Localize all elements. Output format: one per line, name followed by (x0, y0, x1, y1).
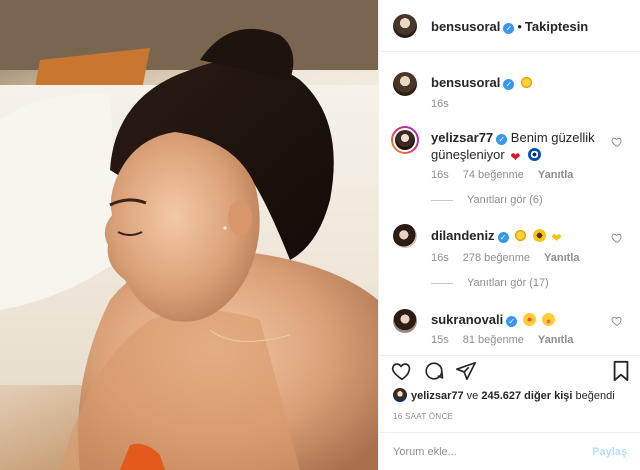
post-photo[interactable] (0, 0, 378, 470)
verified-icon: ✓ (497, 232, 509, 243)
like-comment-heart-icon[interactable] (611, 315, 623, 327)
comment-text: sukranovali ✓ (431, 311, 611, 328)
comment-username[interactable]: yelizsar77 (431, 130, 493, 145)
star-struck-emoji-icon (522, 313, 536, 326)
reply-button[interactable]: Yanıtla (544, 252, 579, 264)
first-liker-username[interactable]: yelizsar77 (411, 390, 464, 402)
reply-button[interactable]: Yanıtla (538, 334, 573, 346)
sun-emoji-icon (514, 229, 528, 242)
liker-avatar[interactable] (393, 388, 407, 402)
save-bookmark-icon[interactable] (611, 360, 631, 382)
caption-meta: 16s (431, 98, 463, 110)
separator-dot: • (517, 19, 522, 34)
comment-username[interactable]: dilandeniz (431, 228, 495, 243)
comment-meta: 16s 278 beğenme Yanıtla (431, 252, 594, 264)
sunflower-emoji-icon (532, 229, 546, 242)
view-replies-button[interactable]: Yanıtları gör (6) (431, 194, 543, 206)
post-sidebar: bensusoral ✓ • Takiptesin bensusoral ✓ 16s y… (378, 0, 640, 470)
comment-text: yelizsar77 ✓ Benim güzellik güneşleniyor … (431, 129, 611, 163)
add-comment-bar: Yorum ekle... Paylaş (379, 432, 640, 470)
share-paper-plane-icon[interactable] (455, 360, 477, 382)
comment-username[interactable]: sukranovali (431, 312, 503, 327)
avatar[interactable] (393, 309, 417, 333)
comment-time: 15s (431, 334, 449, 346)
comment-text: dilandeniz ✓ ❤ (431, 227, 611, 244)
comment-likes[interactable]: 74 beğenme (463, 169, 524, 181)
likes-connector: ve (466, 390, 479, 402)
caption-username[interactable]: bensusoral (431, 75, 500, 90)
nazar-eye-icon (527, 148, 541, 161)
header-username[interactable]: bensusoral (431, 19, 500, 34)
replies-divider (431, 282, 453, 284)
action-bar (379, 355, 640, 385)
comment-meta: 15s 81 beğenme Yanıtla (431, 334, 587, 346)
avatar[interactable] (393, 72, 417, 96)
comment-bubble-icon[interactable] (423, 360, 445, 382)
view-replies-label: Yanıtları gör (6) (467, 194, 543, 206)
verified-icon: ✓ (506, 316, 518, 327)
like-heart-icon[interactable] (391, 360, 413, 382)
comment-time: 16s (431, 169, 449, 181)
comment-likes[interactable]: 81 beğenme (463, 334, 524, 346)
like-comment-heart-icon[interactable] (611, 232, 623, 244)
comment-input[interactable]: Yorum ekle... (393, 446, 457, 458)
comment-meta: 16s 74 beğenme Yanıtla (431, 169, 587, 181)
yellow-heart-icon: ❤ (551, 231, 562, 245)
verified-icon: ✓ (503, 79, 515, 90)
like-comment-heart-icon[interactable] (611, 136, 623, 148)
post-header: bensusoral ✓ • Takiptesin (379, 0, 640, 52)
header-user: bensusoral ✓ • Takiptesin (431, 18, 588, 36)
post-timestamp[interactable]: 16 SAAT ÖNCE (393, 412, 453, 421)
comment-likes[interactable]: 278 beğenme (463, 252, 530, 264)
avatar[interactable] (393, 224, 417, 248)
likes-suffix: beğendi (575, 390, 615, 402)
comment-time: 16s (431, 252, 449, 264)
replies-divider (431, 199, 453, 201)
reply-button[interactable]: Yanıtla (538, 169, 573, 181)
smiling-emoji-icon (541, 313, 555, 326)
avatar-story-ring[interactable] (391, 126, 419, 154)
verified-icon: ✓ (496, 134, 508, 145)
likes-others[interactable]: 245.627 diğer kişi (481, 390, 572, 402)
follow-status-button[interactable]: Takiptesin (525, 19, 588, 34)
photo-illustration (0, 0, 378, 470)
view-replies-label: Yanıtları gör (17) (467, 277, 549, 289)
likes-summary[interactable]: yelizsar77 ve 245.627 diğer kişi beğendi (393, 388, 615, 402)
sun-emoji-icon (519, 76, 533, 89)
caption-time: 16s (431, 98, 449, 110)
red-heart-icon: ❤ (510, 150, 521, 164)
post-comment-button[interactable]: Paylaş (592, 446, 627, 458)
avatar[interactable] (393, 14, 417, 38)
verified-icon: ✓ (503, 23, 515, 34)
caption-text: bensusoral ✓ (431, 74, 611, 91)
view-replies-button[interactable]: Yanıtları gör (17) (431, 277, 549, 289)
